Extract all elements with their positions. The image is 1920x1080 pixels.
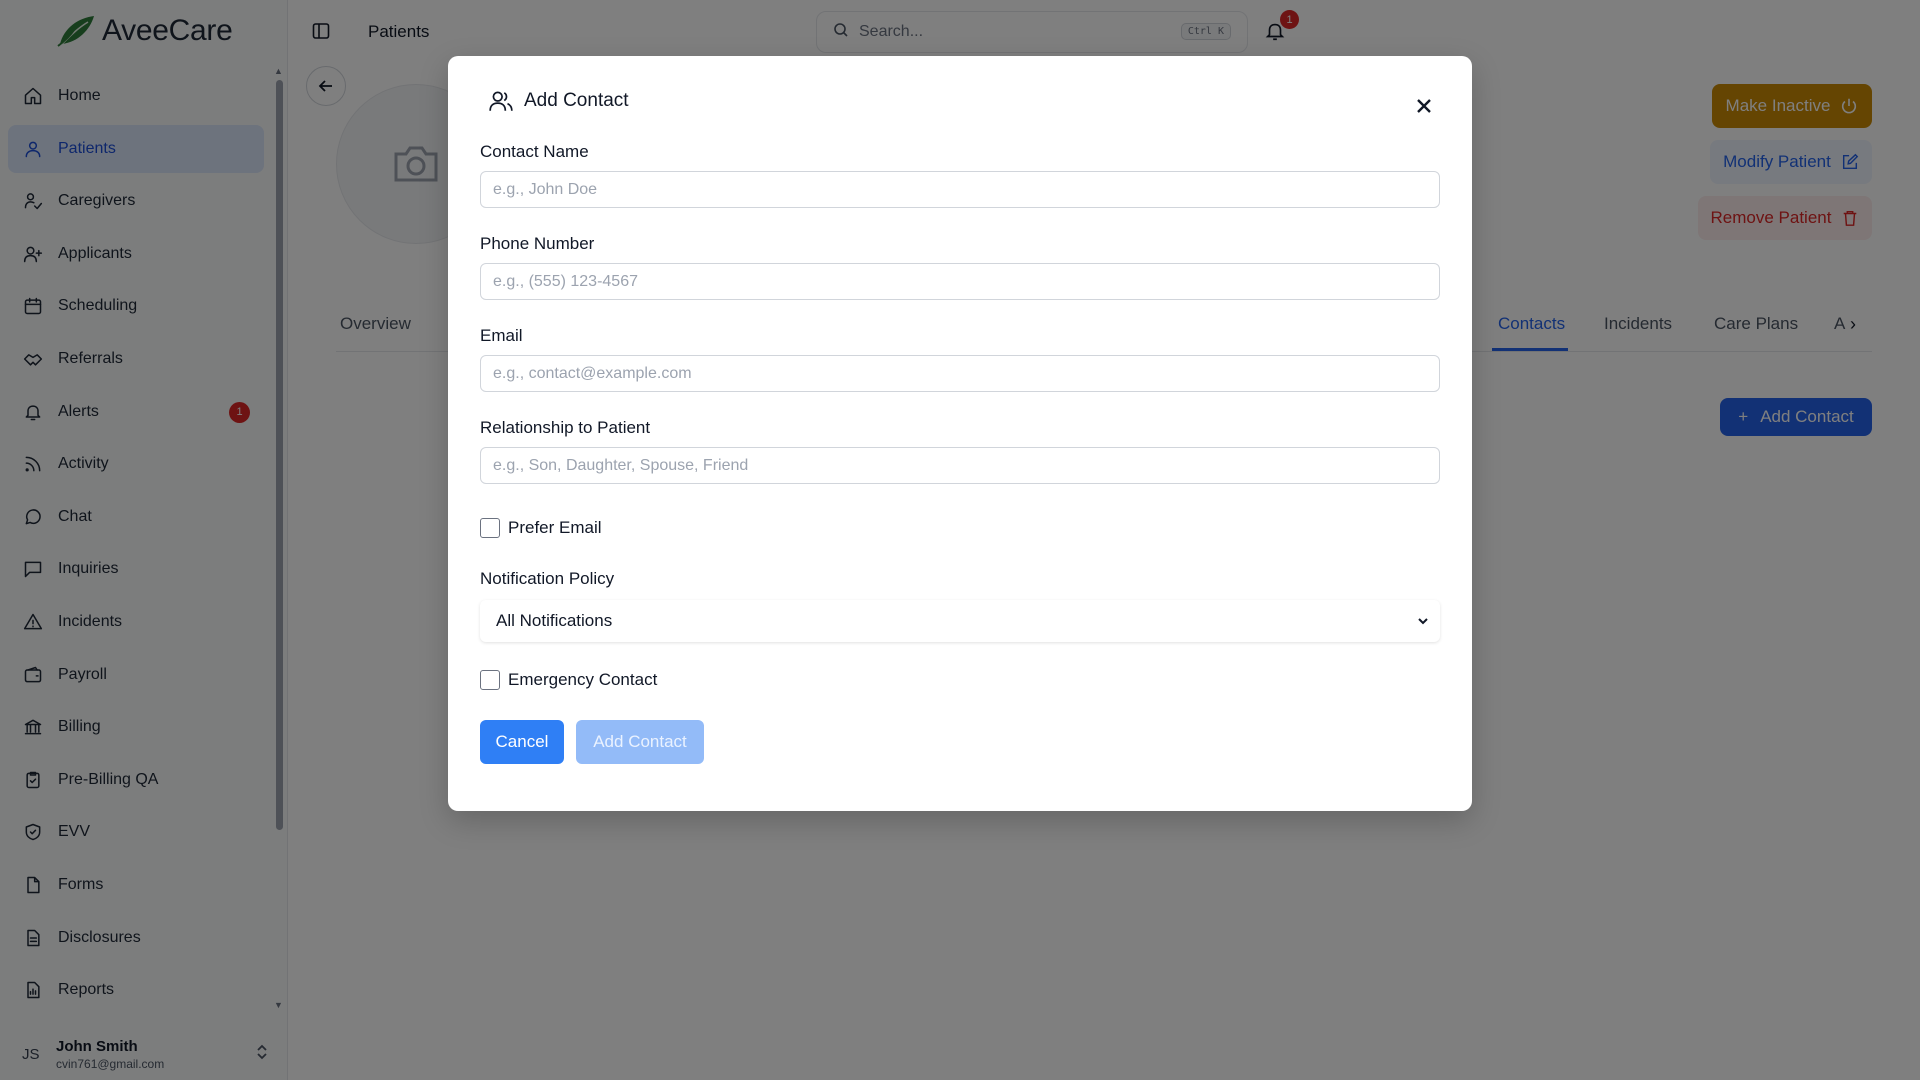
dialog-title-text: Add Contact xyxy=(524,90,629,111)
add-contact-submit-button[interactable]: Add Contact xyxy=(576,720,704,764)
contact-name-field[interactable] xyxy=(480,171,1440,208)
contact-name-label: Contact Name xyxy=(480,142,589,161)
close-icon[interactable] xyxy=(1412,94,1436,118)
phone-number-label: Phone Number xyxy=(480,234,595,253)
relationship-label: Relationship to Patient xyxy=(480,418,651,437)
emergency-contact-row[interactable]: Emergency Contact xyxy=(480,670,657,690)
emergency-contact-checkbox[interactable] xyxy=(480,670,500,690)
users-icon xyxy=(489,91,513,111)
prefer-email-checkbox[interactable] xyxy=(480,518,500,538)
chevron-down-icon xyxy=(1418,618,1428,625)
prefer-email-row[interactable]: Prefer Email xyxy=(480,518,602,538)
email-field[interactable] xyxy=(480,355,1440,392)
prefer-email-label: Prefer Email xyxy=(508,518,602,537)
email-label: Email xyxy=(480,326,523,345)
phone-number-field[interactable] xyxy=(480,263,1440,300)
dialog-title: Add Contact xyxy=(488,88,629,114)
notification-policy-select[interactable]: All Notifications xyxy=(480,600,1440,642)
add-contact-dialog: Add Contact Contact Name Phone Number Em… xyxy=(448,56,1472,811)
notification-policy-value: All Notifications xyxy=(496,611,613,630)
relationship-field[interactable] xyxy=(480,447,1440,484)
notification-policy-label: Notification Policy xyxy=(480,569,615,588)
emergency-contact-label: Emergency Contact xyxy=(508,670,658,689)
cancel-button[interactable]: Cancel xyxy=(480,720,564,764)
